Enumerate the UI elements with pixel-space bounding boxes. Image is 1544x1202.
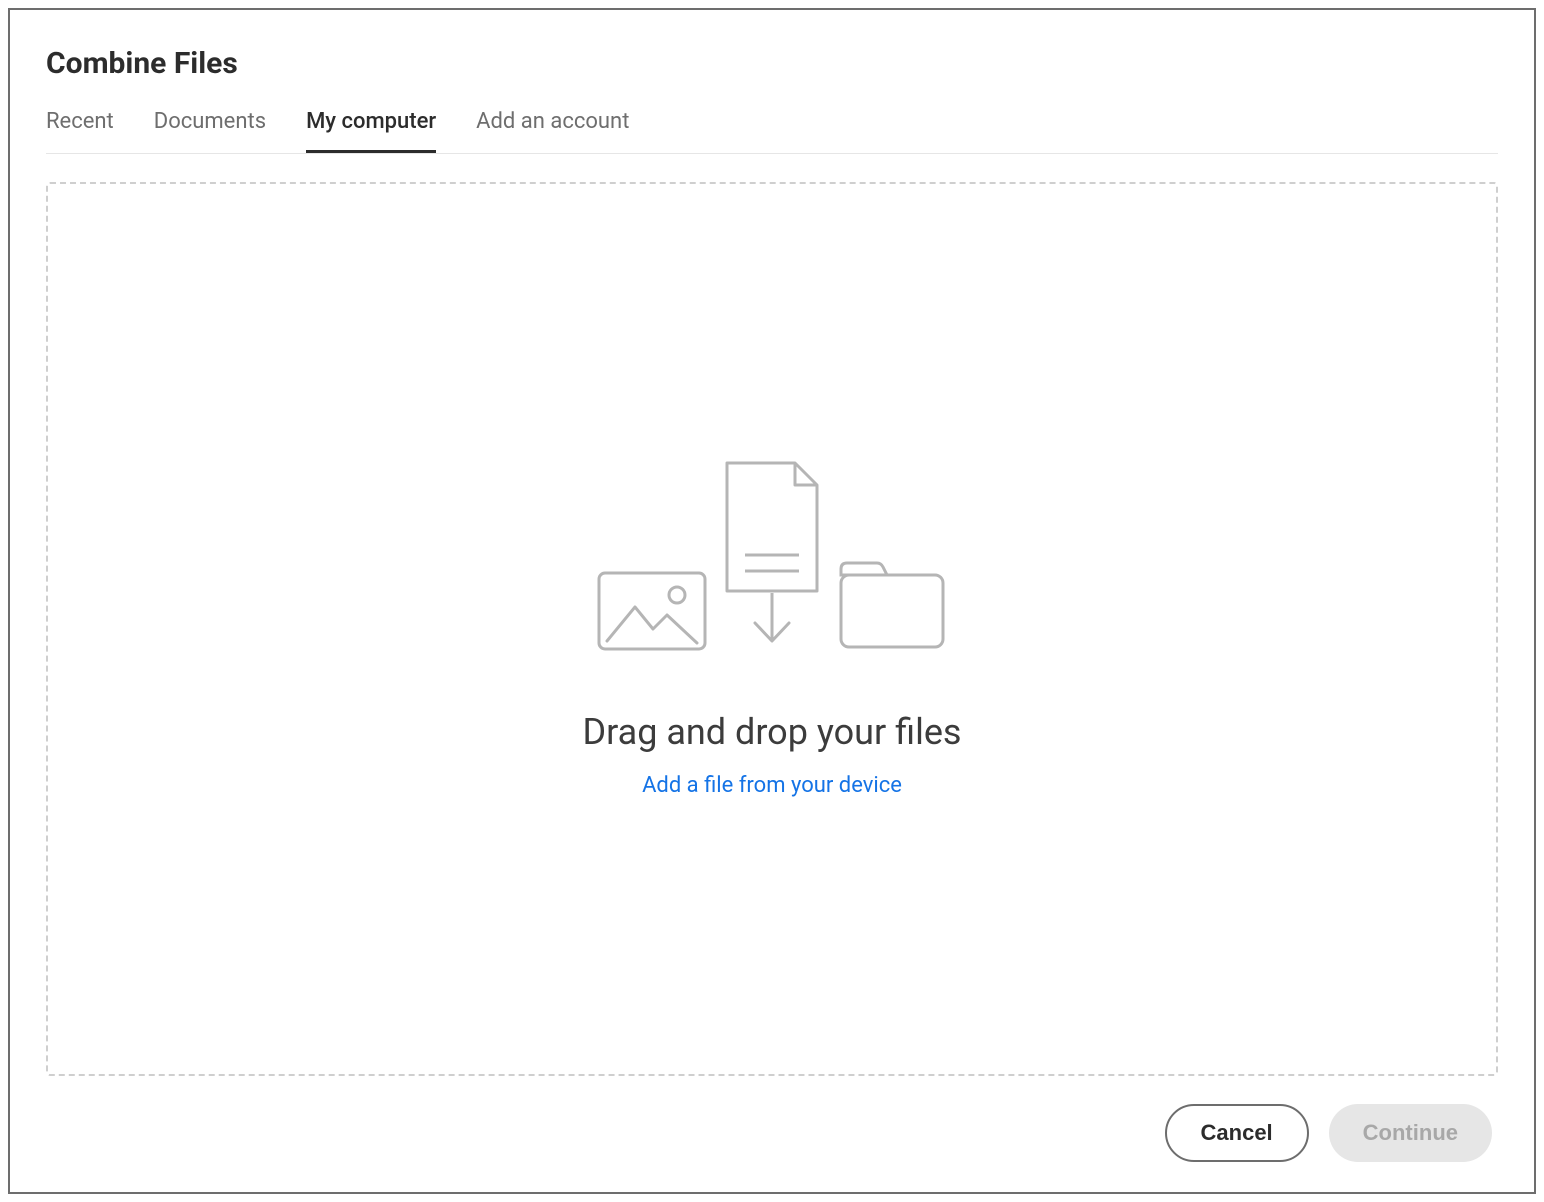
folder-icon [837, 561, 947, 651]
tab-my-computer[interactable]: My computer [306, 109, 436, 153]
file-dropzone[interactable]: Drag and drop your files Add a file from… [46, 182, 1498, 1076]
cancel-button[interactable]: Cancel [1165, 1104, 1309, 1162]
page-title: Combine Files [46, 46, 1498, 81]
image-icon [597, 571, 707, 651]
continue-button: Continue [1329, 1104, 1492, 1162]
add-file-link[interactable]: Add a file from your device [642, 773, 902, 798]
dropzone-heading: Drag and drop your files [582, 711, 961, 753]
dialog-footer: Cancel Continue [46, 1104, 1498, 1162]
dropzone-illustration [597, 461, 947, 651]
document-download-icon [717, 461, 827, 651]
source-tabs: Recent Documents My computer Add an acco… [46, 109, 1498, 154]
tab-recent[interactable]: Recent [46, 109, 114, 153]
tab-add-account[interactable]: Add an account [476, 109, 629, 153]
tab-documents[interactable]: Documents [154, 109, 266, 153]
combine-files-dialog: Combine Files Recent Documents My comput… [8, 8, 1536, 1194]
